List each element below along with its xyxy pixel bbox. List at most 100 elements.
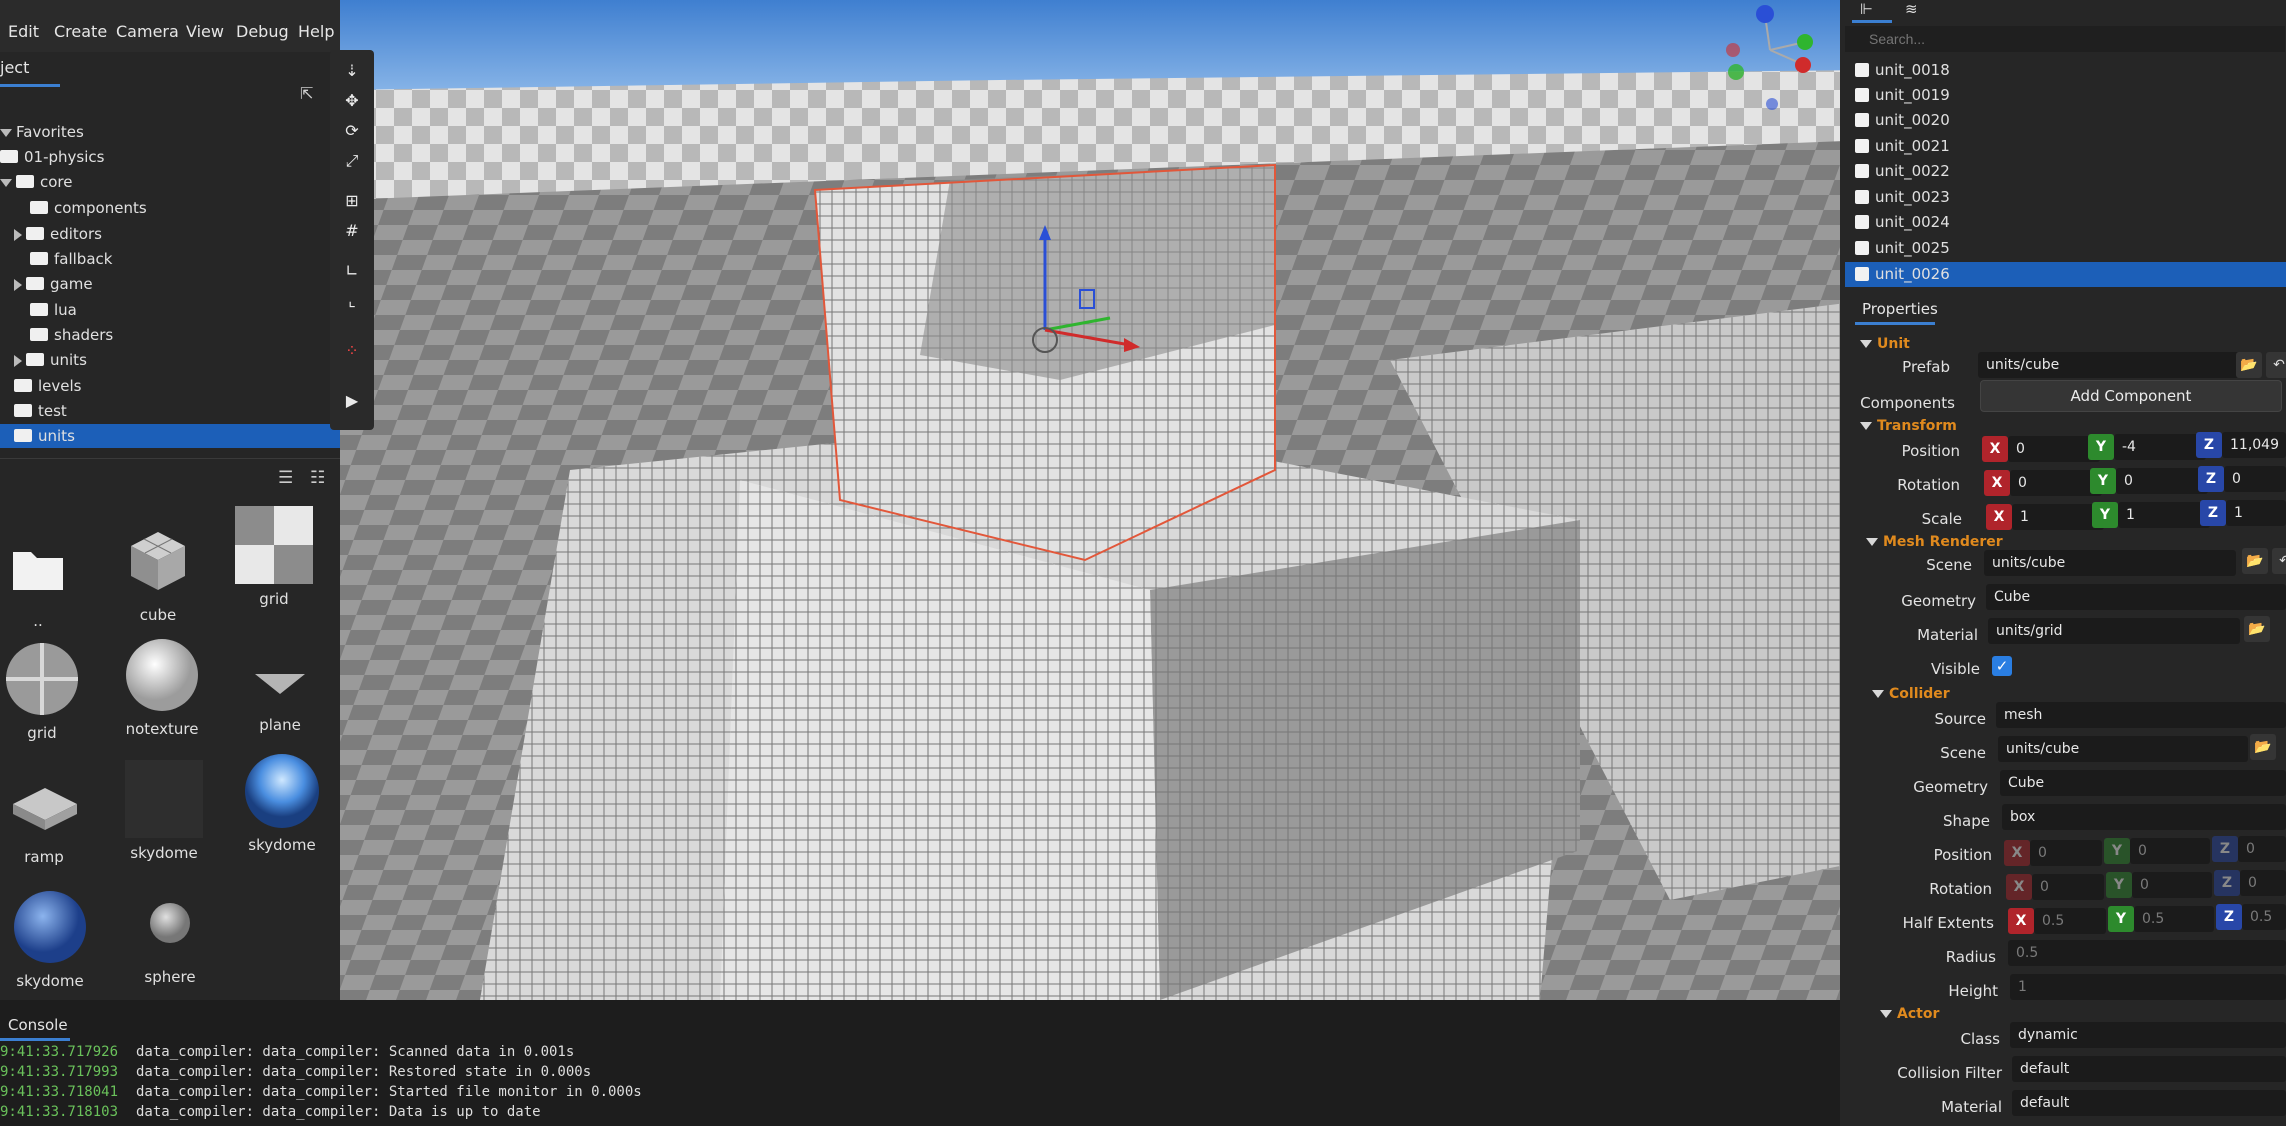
- mesh-scene-field[interactable]: units/cube: [1984, 550, 2236, 576]
- layers-tab-icon[interactable]: ≋: [1905, 0, 1918, 18]
- move-tool-icon[interactable]: ✥: [341, 90, 363, 112]
- asset-item[interactable]: ramp: [0, 764, 104, 866]
- scale-y-field[interactable]: 1: [2118, 502, 2210, 528]
- menu-create[interactable]: Create: [54, 22, 107, 41]
- section-actor[interactable]: Actor: [1880, 1006, 1939, 1022]
- tree-item[interactable]: editors: [0, 222, 348, 246]
- add-component-button[interactable]: Add Component: [1980, 380, 2282, 412]
- section-transform[interactable]: Transform: [1860, 418, 1957, 434]
- list-item[interactable]: unit_0021: [1845, 134, 2286, 159]
- half-extents-x-field[interactable]: 0.5: [2034, 908, 2106, 934]
- asset-item[interactable]: skydome: [222, 752, 342, 854]
- asset-item[interactable]: plane: [220, 632, 340, 734]
- list-item[interactable]: unit_0020: [1845, 108, 2286, 133]
- menu-edit[interactable]: Edit: [8, 22, 39, 41]
- scene-tree-tab-icon[interactable]: ⊩: [1860, 0, 1873, 18]
- tree-item[interactable]: 01-physics: [0, 145, 334, 169]
- list-item[interactable]: unit_0023: [1845, 185, 2286, 210]
- tree-item[interactable]: game: [0, 272, 348, 296]
- search-input[interactable]: [1845, 26, 2285, 52]
- play-icon[interactable]: ▶: [341, 390, 363, 412]
- geometry-select[interactable]: Cube: [1986, 584, 2286, 610]
- shape-select[interactable]: box: [2002, 804, 2286, 830]
- snap-vertex-icon[interactable]: ⁘: [341, 340, 363, 362]
- collider-position-x-field[interactable]: 0: [2030, 840, 2102, 866]
- tree-item[interactable]: units: [0, 348, 348, 372]
- asset-item[interactable]: notexture: [102, 636, 222, 738]
- chevron-right-icon[interactable]: [14, 228, 22, 241]
- position-x-field[interactable]: 0: [2008, 436, 2100, 462]
- collider-position-z-field[interactable]: 0: [2238, 836, 2286, 862]
- asset-item[interactable]: sphere: [110, 884, 230, 986]
- open-folder-icon[interactable]: 📂: [2250, 734, 2276, 760]
- position-y-field[interactable]: -4: [2114, 434, 2206, 460]
- tree-item[interactable]: levels: [0, 374, 348, 398]
- chevron-right-icon[interactable]: [14, 354, 22, 367]
- visible-checkbox[interactable]: ✓: [1992, 656, 2012, 676]
- menu-camera[interactable]: Camera: [116, 22, 179, 41]
- menu-debug[interactable]: Debug: [236, 22, 289, 41]
- snap-grid-icon[interactable]: ⊞: [341, 190, 363, 212]
- tree-item[interactable]: lua: [0, 298, 364, 322]
- menu-view[interactable]: View: [186, 22, 224, 41]
- material-field[interactable]: units/grid: [1988, 618, 2240, 644]
- section-unit[interactable]: Unit: [1860, 336, 1910, 352]
- open-folder-icon[interactable]: 📂: [2244, 616, 2270, 642]
- open-folder-icon[interactable]: 📂: [2236, 352, 2262, 378]
- collider-geometry-select[interactable]: Cube: [2000, 770, 2286, 796]
- tree-item[interactable]: test: [0, 399, 348, 423]
- list-item-selected[interactable]: unit_0026: [1845, 262, 2286, 287]
- sort-icon[interactable]: ☰: [278, 468, 293, 488]
- half-extents-y-field[interactable]: 0.5: [2134, 906, 2214, 932]
- place-tool-icon[interactable]: ⇣: [341, 60, 363, 82]
- collider-rotation-z-field[interactable]: 0: [2240, 870, 2286, 896]
- menu-help[interactable]: Help: [298, 22, 334, 41]
- tree-item[interactable]: shaders: [0, 323, 364, 347]
- collider-rotation-y-field[interactable]: 0: [2132, 872, 2212, 898]
- rotation-y-field[interactable]: 0: [2116, 468, 2208, 494]
- tree-item[interactable]: core: [0, 170, 334, 194]
- collapse-tree-icon[interactable]: ⇱: [300, 84, 313, 103]
- list-item[interactable]: unit_0022: [1845, 159, 2286, 184]
- position-z-field[interactable]: 11,049: [2222, 432, 2286, 458]
- list-item[interactable]: unit_0025: [1845, 236, 2286, 261]
- asset-item[interactable]: grid: [0, 640, 102, 742]
- revert-icon[interactable]: ↶: [2266, 352, 2286, 378]
- scale-tool-icon[interactable]: ⤢: [341, 150, 363, 172]
- scale-x-field[interactable]: 1: [2012, 504, 2104, 530]
- asset-item[interactable]: skydome: [0, 888, 110, 990]
- chevron-right-icon[interactable]: [14, 278, 22, 291]
- rotate-tool-icon[interactable]: ⟳: [341, 120, 363, 142]
- half-extents-z-field[interactable]: 0.5: [2242, 904, 2286, 930]
- collider-position-y-field[interactable]: 0: [2130, 838, 2210, 864]
- world-axis-icon[interactable]: ⌞: [341, 290, 363, 312]
- asset-item[interactable]: cube: [98, 522, 218, 624]
- asset-item[interactable]: grid: [214, 506, 334, 608]
- collider-scene-field[interactable]: units/cube: [1998, 736, 2248, 762]
- actor-material-select[interactable]: default: [2012, 1090, 2286, 1116]
- class-select[interactable]: dynamic: [2010, 1022, 2286, 1048]
- radius-field[interactable]: 0.5: [2008, 940, 2286, 966]
- 3d-viewport[interactable]: [340, 0, 1870, 1000]
- tab-properties[interactable]: Properties: [1862, 300, 1938, 318]
- list-item[interactable]: unit_0024: [1845, 210, 2286, 235]
- prefab-field[interactable]: units/cube: [1978, 352, 2240, 378]
- list-item[interactable]: unit_0018: [1845, 58, 2286, 83]
- height-field[interactable]: 1: [2010, 974, 2286, 1000]
- collision-filter-select[interactable]: default: [2012, 1056, 2286, 1082]
- tree-item[interactable]: Favorites: [0, 120, 334, 144]
- list-view-icon[interactable]: ☷: [310, 468, 325, 488]
- open-folder-icon[interactable]: 📂: [2242, 548, 2268, 574]
- section-collider[interactable]: Collider: [1872, 686, 1950, 702]
- tree-item-selected[interactable]: units: [0, 424, 348, 448]
- scale-z-field[interactable]: 1: [2226, 500, 2286, 526]
- collider-rotation-x-field[interactable]: 0: [2032, 874, 2104, 900]
- tree-item[interactable]: components: [0, 196, 364, 220]
- rotation-x-field[interactable]: 0: [2010, 470, 2102, 496]
- list-item[interactable]: unit_0019: [1845, 83, 2286, 108]
- rotation-z-field[interactable]: 0: [2224, 466, 2286, 492]
- tree-item[interactable]: fallback: [0, 247, 364, 271]
- grid-icon[interactable]: #: [341, 220, 363, 242]
- section-mesh-renderer[interactable]: Mesh Renderer: [1866, 534, 2003, 550]
- local-axis-icon[interactable]: ∟: [341, 260, 363, 282]
